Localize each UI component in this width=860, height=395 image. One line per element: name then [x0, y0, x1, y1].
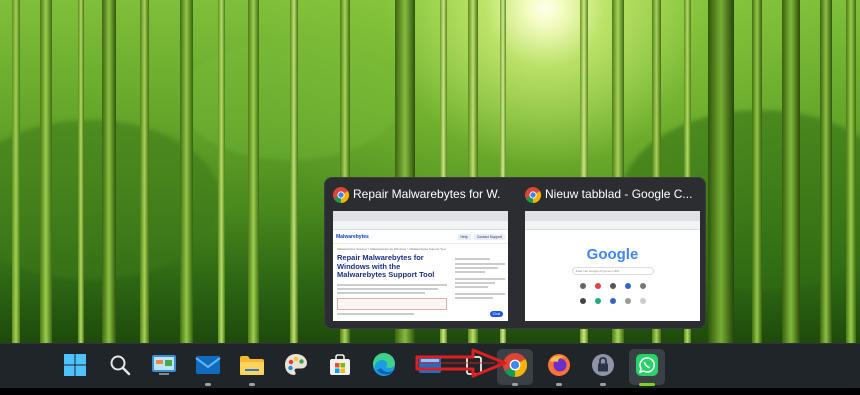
search-button[interactable] [102, 349, 138, 385]
running-indicator [639, 383, 655, 386]
paint-palette-icon [283, 352, 309, 383]
lock-icon [591, 353, 615, 382]
vpn-button[interactable] [585, 349, 621, 385]
windows-logo-icon [63, 353, 87, 382]
chrome-icon [525, 187, 542, 208]
thumbnail-title: Repair Malwarebytes for W... [353, 187, 501, 201]
running-indicator [600, 383, 606, 386]
running-indicator [249, 383, 255, 386]
folder-icon [239, 354, 265, 381]
google-logo: Google [586, 246, 639, 263]
taskbar-thumbnail-popup: Repair Malwarebytes for W... Malwarebyte… [324, 177, 706, 329]
nav-contact: Contact Support [473, 233, 505, 240]
mail-icon [195, 354, 221, 381]
running-indicator [205, 383, 211, 386]
thumbnail-title: Nieuw tabblad - Google C... [545, 187, 693, 201]
running-indicator [556, 383, 562, 386]
control-panel-icon [151, 353, 177, 382]
brand-logo: Malwarebytes [336, 233, 369, 240]
edge-button[interactable] [366, 349, 402, 385]
page-preview: Google Zoek met Google of typ een URL [525, 211, 700, 321]
window-thumbnail-malwarebytes[interactable]: Repair Malwarebytes for W... Malwarebyte… [325, 178, 509, 330]
screen-bottom-edge [0, 388, 860, 395]
red-arrow-annotation [415, 348, 507, 378]
microsoft-store-button[interactable] [322, 349, 358, 385]
running-indicator [512, 383, 518, 386]
chrome-icon [333, 187, 350, 208]
search-box-placeholder: Zoek met Google of typ een URL [575, 269, 620, 273]
chat-button: Chat [489, 311, 503, 317]
whatsapp-button[interactable] [629, 349, 665, 385]
firefox-icon [547, 353, 571, 382]
firefox-button[interactable] [541, 349, 577, 385]
paint-button[interactable] [278, 349, 314, 385]
article-heading: Repair Malwarebytes for Windows with the… [337, 253, 435, 279]
search-icon [109, 354, 131, 381]
edge-icon [371, 352, 397, 383]
nav-help: Help [457, 233, 471, 240]
breadcrumb: Malwarebytes Support > Malwarebytes for … [337, 247, 446, 251]
start-button[interactable] [57, 349, 93, 385]
window-thumbnail-new-tab[interactable]: Nieuw tabblad - Google C... Google Zoek … [517, 178, 701, 330]
store-bag-icon [328, 353, 352, 382]
page-preview: Malwarebytes Help Contact Support Malwar… [333, 211, 508, 321]
whatsapp-icon [635, 353, 659, 382]
file-explorer-button[interactable] [234, 349, 270, 385]
control-panel-button[interactable] [146, 349, 182, 385]
mail-button[interactable] [190, 349, 226, 385]
